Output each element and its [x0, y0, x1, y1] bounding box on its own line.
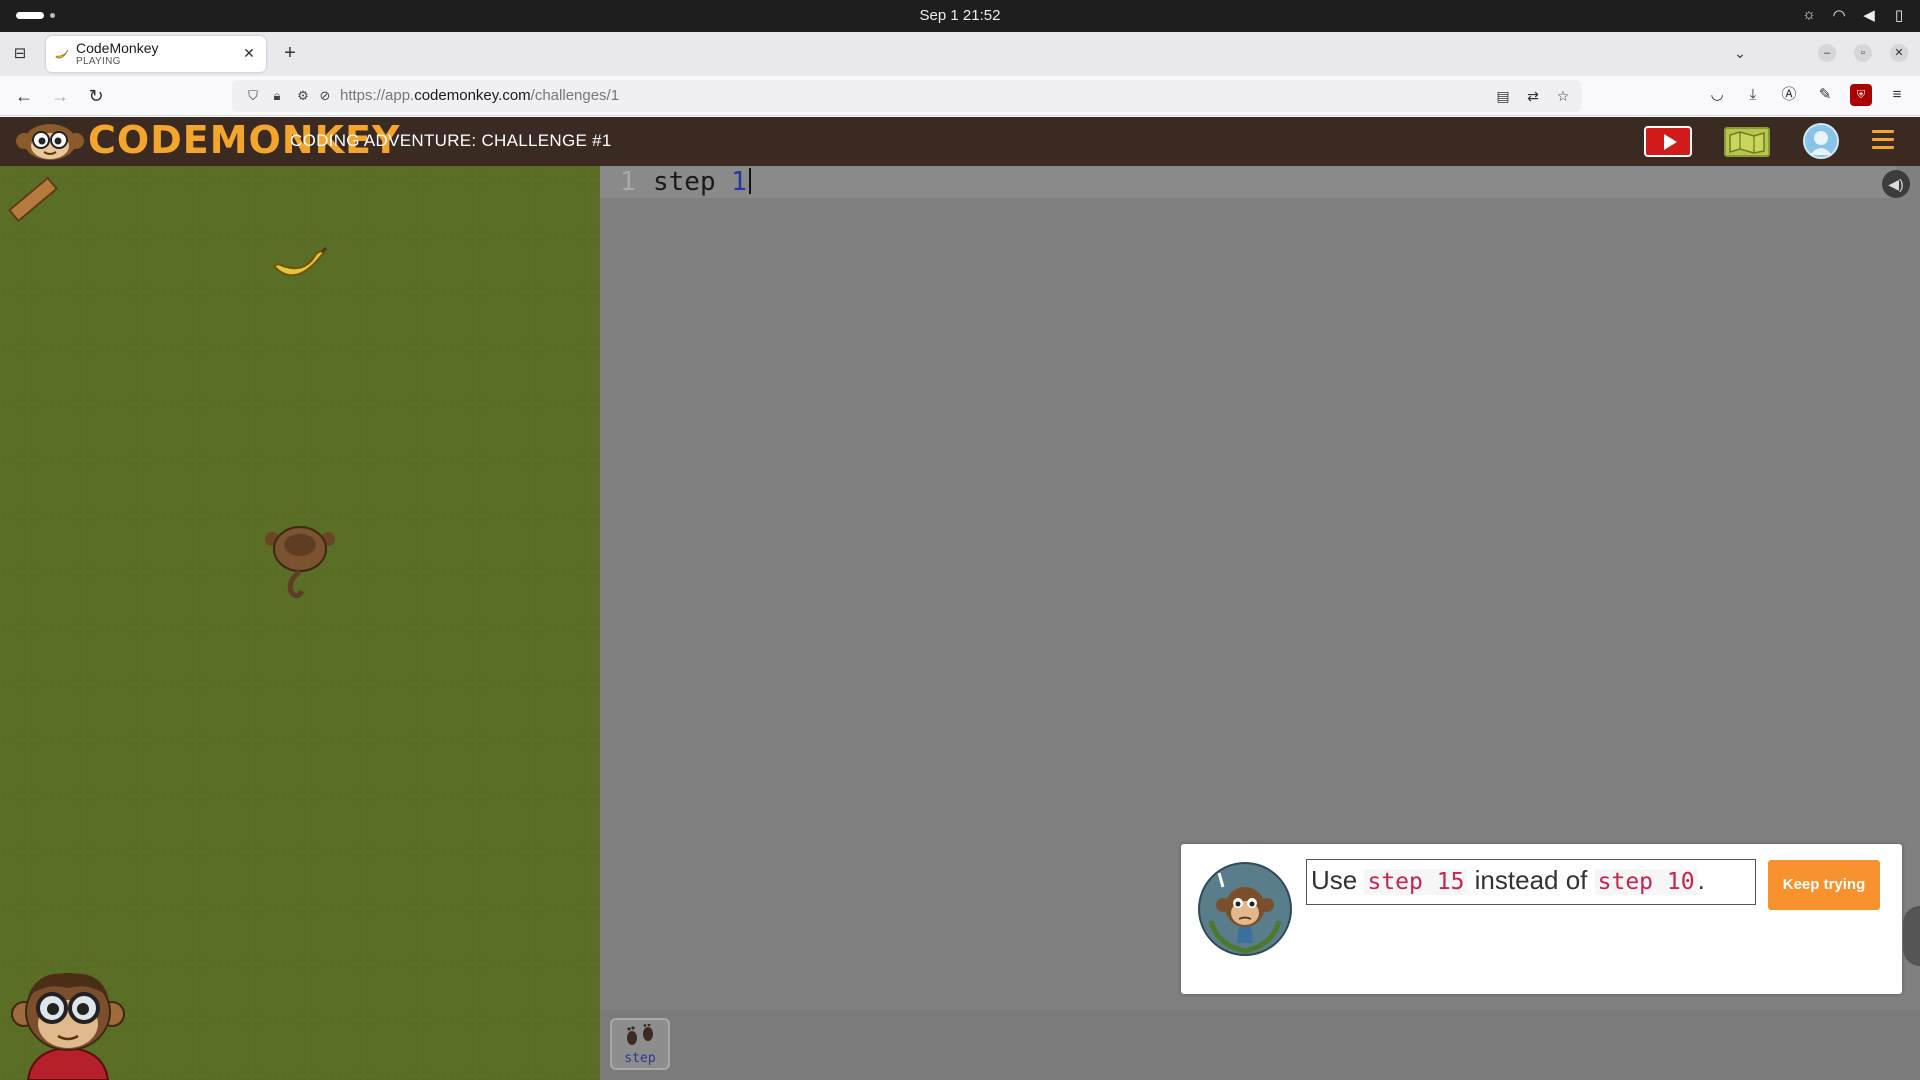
step-command-button[interactable]: step	[610, 1018, 670, 1070]
brightness-icon: ☼	[1802, 6, 1816, 23]
hamburger-menu-icon[interactable]	[1872, 130, 1894, 150]
command-toolbar: step	[600, 1010, 1920, 1080]
system-tray[interactable]: ☼ ◠ ◀ ▯	[1800, 6, 1908, 24]
game-stage[interactable]	[0, 166, 600, 1080]
monkey-character	[262, 521, 338, 606]
close-window-icon[interactable]: ✕	[1890, 44, 1908, 62]
hint-popup: Use step 15 instead of step 10. Keep try…	[1181, 844, 1902, 994]
step-command-label: step	[624, 1051, 656, 1066]
new-tab-icon[interactable]: +	[278, 42, 302, 66]
code-text[interactable]: step 1	[653, 166, 751, 198]
monkey-badge-icon	[1197, 861, 1293, 957]
forward-icon[interactable]: →	[48, 84, 72, 108]
address-bar[interactable]: ⛉ 🔒︎ ⚙ ⊘ https://app.codemonkey.com/chal…	[232, 80, 1582, 112]
extensions-icon[interactable]: ✎	[1814, 84, 1836, 106]
banana-icon	[270, 246, 330, 295]
browser-toolbar: ◡ ⤓ Ⓐ ✎ ⛨ ≡	[1706, 84, 1908, 106]
banana-icon	[54, 46, 70, 62]
wifi-icon: ◠	[1832, 7, 1846, 24]
close-tab-icon[interactable]: ✕	[240, 44, 258, 62]
line-number: 1	[620, 167, 636, 197]
app-header: CODEMONKEY CODING ADVENTURE: CHALLENGE #…	[0, 117, 1920, 166]
battery-icon: ▯	[1894, 7, 1904, 24]
reader-view-icon[interactable]: ▤	[1494, 87, 1512, 105]
translate-icon[interactable]: ⇄	[1524, 87, 1542, 105]
volume-icon: ◀	[1863, 7, 1875, 24]
footprints-icon	[622, 1023, 658, 1053]
text-caret	[748, 168, 751, 194]
shield-icon[interactable]: ⛉	[244, 87, 262, 105]
grass-texture	[0, 166, 600, 1080]
tab-title: CodeMonkey	[76, 40, 159, 56]
volume-icon[interactable]: ◀)	[1882, 170, 1910, 198]
tab-playing-label: PLAYING	[76, 56, 121, 67]
os-top-bar: Sep 1 21:52 ☼ ◠ ◀ ▯	[0, 0, 1920, 32]
run-button[interactable]	[1644, 126, 1692, 157]
system-clock[interactable]: Sep 1 21:52	[0, 7, 1920, 24]
reload-icon[interactable]: ↻	[84, 84, 108, 108]
minimize-icon[interactable]: –	[1818, 44, 1836, 62]
code-keyword: step	[653, 167, 716, 197]
hint-code-current: step 10	[1594, 869, 1698, 895]
code-line[interactable]: 1 step 1	[600, 166, 1896, 198]
browser-tab[interactable]: CodeMonkey PLAYING ✕	[46, 36, 266, 72]
account-icon[interactable]: Ⓐ	[1778, 84, 1800, 106]
tab-overflow-chevron-icon[interactable]: ⌄	[1730, 45, 1750, 62]
tab-list-icon[interactable]: ⊟	[8, 44, 32, 66]
download-icon[interactable]: ⤓	[1742, 84, 1764, 106]
browser-tab-bar: ⊟ CodeMonkey PLAYING ✕ + ⌄ – ▫ ✕	[0, 32, 1920, 76]
settings-gear-icon[interactable]	[1903, 906, 1920, 966]
hint-message: Use step 15 instead of step 10.	[1306, 859, 1756, 905]
lock-icon[interactable]: 🔒︎	[268, 87, 286, 105]
back-icon[interactable]: ←	[12, 84, 36, 108]
address-bar-actions: ▤ ⇄ ☆	[1494, 87, 1572, 105]
guide-character-avatar	[8, 966, 128, 1080]
codemonkey-logo-icon[interactable]	[14, 121, 86, 161]
tracking-icon[interactable]: ⊘	[316, 87, 334, 105]
map-icon[interactable]	[1724, 127, 1770, 157]
keep-trying-button[interactable]: Keep trying	[1768, 860, 1880, 910]
app-menu-icon[interactable]: ≡	[1886, 84, 1908, 106]
window-controls: ⌄ – ▫ ✕	[1730, 44, 1908, 62]
code-number: 1	[731, 167, 747, 197]
pocket-icon[interactable]: ◡	[1706, 84, 1728, 106]
permissions-icon[interactable]: ⚙	[294, 87, 312, 105]
ublock-icon[interactable]: ⛨	[1850, 84, 1872, 106]
hint-code-suggested: step 15	[1364, 869, 1468, 895]
browser-nav-bar: ← → ↻ ⛉ 🔒︎ ⚙ ⊘ https://app.codemonkey.co…	[0, 76, 1920, 116]
profile-avatar[interactable]	[1803, 123, 1839, 159]
restore-icon[interactable]: ▫	[1854, 44, 1872, 62]
bookmark-star-icon[interactable]: ☆	[1554, 87, 1572, 105]
challenge-title: CODING ADVENTURE: CHALLENGE #1	[290, 131, 612, 150]
url-text[interactable]: https://app.codemonkey.com/challenges/1	[340, 87, 619, 104]
